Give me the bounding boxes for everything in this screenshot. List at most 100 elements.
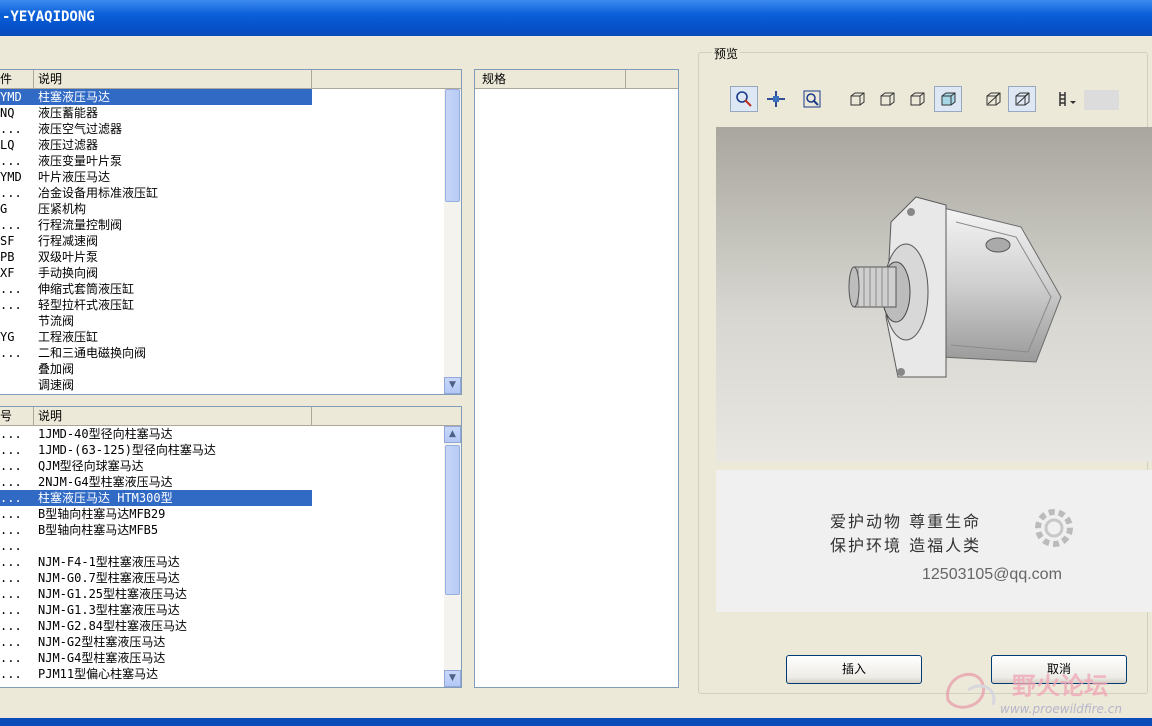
column-header-code[interactable]: 件 (0, 70, 34, 88)
list-item[interactable]: ... NJM-G4型柱塞液压马达 (0, 650, 444, 666)
list-item[interactable]: ... 二和三通电磁换向阀 (0, 345, 444, 361)
column-header-spec[interactable]: 规格 (475, 70, 626, 88)
list-item[interactable]: ... 冶金设备用标准液压缸 (0, 185, 444, 201)
list-item[interactable]: NQ 液压蓄能器 (0, 105, 444, 121)
layer-dropdown-button[interactable] (1052, 86, 1082, 112)
layer-icon (1059, 92, 1076, 106)
list-item-description: NJM-G2型柱塞液压马达 (38, 635, 166, 649)
list-item-description: 行程流量控制阀 (38, 218, 123, 232)
list-item[interactable]: ... NJM-G0.7型柱塞液压马达 (0, 570, 444, 586)
insert-button[interactable]: 插入 (786, 655, 922, 684)
list-item[interactable]: XF 手动换向阀 (0, 265, 444, 281)
list-item[interactable]: ... 行程流量控制阀 (0, 217, 444, 233)
scroll-up-button[interactable]: ▲ (444, 426, 461, 443)
zoom-tool-button[interactable] (798, 86, 826, 112)
list-item[interactable]: SF 行程减速阀 (0, 233, 444, 249)
list-item[interactable]: PB 双级叶片泵 (0, 249, 444, 265)
list-item[interactable]: ... 伸缩式套筒液压缸 (0, 281, 444, 297)
column-header-description[interactable]: 说明 (34, 70, 312, 88)
list-item[interactable]: ... QJM型径向球塞马达 (0, 458, 444, 474)
item-list-scrollbar[interactable]: ▲ ▼ (444, 426, 461, 687)
list-item[interactable]: ... 1JMD-40型径向柱塞马达 (0, 426, 444, 442)
list-item[interactable]: ... B型轴向柱塞马达MFB29 (0, 506, 444, 522)
list-item[interactable]: ... PJM11型偏心柱塞马达 (0, 666, 444, 682)
list-item[interactable]: YMD 叶片液压马达 (0, 169, 444, 185)
list-item-code: ... (0, 587, 22, 601)
shaded-view-button[interactable] (934, 86, 962, 112)
list-item-code: ... (0, 346, 22, 360)
list-item-code: ... (0, 523, 22, 537)
list-item[interactable]: ... NJM-G2型柱塞液压马达 (0, 634, 444, 650)
list-item[interactable]: ... NJM-G1.3型柱塞液压马达 (0, 602, 444, 618)
bottom-edge (0, 718, 1152, 726)
list-item[interactable]: ... 2NJM-G4型柱塞液压马达 (0, 474, 444, 490)
wireframe-view-button[interactable] (843, 86, 871, 112)
list-item-description: 叠加阀 (38, 362, 75, 376)
item-rows: ... 1JMD-40型径向柱塞马达... 1JMD-(63-125)型径向柱塞马达… (0, 426, 444, 682)
hidden-line-view-button[interactable] (873, 86, 901, 112)
watermark-site-name: 野火论坛 (1012, 672, 1108, 700)
list-item-code: NQ (0, 106, 15, 120)
list-item[interactable]: YMD 柱塞液压马达 (0, 89, 444, 105)
list-item-code: XF (0, 266, 15, 280)
category-list[interactable]: 件 说明 YMD 柱塞液压马达 NQ 液压蓄能器... 液压空气过滤器 LQ 液压过滤器..… (0, 69, 462, 395)
list-item-description: 压紧机构 (38, 202, 87, 216)
list-item-description: 二和三通电磁换向阀 (38, 346, 147, 360)
shaded-cube-icon (941, 92, 956, 106)
no-hidden-view-button[interactable] (903, 86, 931, 112)
list-item-code: ... (0, 443, 22, 457)
list-item[interactable]: G 压紧机构 (0, 201, 444, 217)
list-item-code: SF (0, 234, 15, 248)
list-item-code: ... (0, 154, 22, 168)
list-item-description: 1JMD-(63-125)型径向柱塞马达 (38, 443, 216, 457)
hydraulic-motor-model-image (848, 196, 1062, 378)
list-item-code: ... (0, 491, 22, 505)
list-item-description: NJM-G0.7型柱塞液压马达 (38, 571, 180, 585)
scroll-thumb[interactable] (445, 89, 460, 202)
list-item[interactable]: ... 液压空气过滤器 (0, 121, 444, 137)
list-item-code: ... (0, 651, 22, 665)
spec-list[interactable]: 规格 (474, 69, 679, 688)
scroll-down-button[interactable]: ▼ (444, 670, 461, 687)
list-item[interactable]: LQ 液压过滤器 (0, 137, 444, 153)
orient-icon (986, 92, 1001, 106)
list-item[interactable]: ... 轻型拉杆式液压缸 (0, 297, 444, 313)
list-item-code: ... (0, 635, 22, 649)
category-list-scrollbar[interactable]: ▼ (444, 89, 461, 394)
list-item[interactable]: ... 1JMD-(63-125)型径向柱塞马达 (0, 442, 444, 458)
orient-view-button[interactable] (979, 86, 1007, 112)
watermark-url: www.proewildfire.cn (1000, 702, 1122, 716)
list-item-description: PJM11型偏心柱塞马达 (38, 667, 159, 681)
list-item[interactable]: ... (0, 538, 444, 554)
scroll-thumb[interactable] (445, 445, 460, 595)
scroll-down-button[interactable]: ▼ (444, 377, 461, 394)
list-item[interactable]: 节流阀 (0, 313, 444, 329)
list-item[interactable]: ... NJM-G1.25型柱塞液压马达 (0, 586, 444, 602)
motto-line-2: 保护环境 造福人类 (830, 536, 982, 555)
list-item-code: ... (0, 298, 22, 312)
category-rows: YMD 柱塞液压马达 NQ 液压蓄能器... 液压空气过滤器 LQ 液压过滤器... 液压变量… (0, 89, 444, 393)
list-item[interactable]: ... NJM-F4-1型柱塞液压马达 (0, 554, 444, 570)
saved-view-button[interactable] (1008, 86, 1036, 112)
gear-icon (1035, 509, 1073, 547)
zoom-icon (803, 90, 821, 108)
column-header-description[interactable]: 说明 (34, 407, 312, 425)
pan-tool-button[interactable] (762, 86, 790, 112)
list-item[interactable]: 叠加阀 (0, 361, 444, 377)
list-item-code: ... (0, 459, 22, 473)
list-item[interactable]: ... 柱塞液压马达 HTM300型 (0, 490, 444, 506)
list-item[interactable]: ... 液压变量叶片泵 (0, 153, 444, 169)
model-viewport[interactable] (716, 127, 1152, 462)
spin-tool-button[interactable] (730, 86, 758, 112)
item-list[interactable]: 号 说明 ... 1JMD-40型径向柱塞马达... 1JMD-(63-125)型径… (0, 406, 462, 688)
list-item-code: ... (0, 475, 22, 489)
list-item-description: 调速阀 (38, 378, 75, 392)
list-item-description: 双级叶片泵 (38, 250, 99, 264)
list-item[interactable]: YG 工程液压缸 (0, 329, 444, 345)
column-header-number[interactable]: 号 (0, 407, 34, 425)
list-item[interactable]: ... NJM-G2.84型柱塞液压马达 (0, 618, 444, 634)
color-swatch[interactable] (1084, 90, 1119, 110)
list-item-description: NJM-G2.84型柱塞液压马达 (38, 619, 188, 633)
list-item[interactable]: ... B型轴向柱塞马达MFB5 (0, 522, 444, 538)
list-item[interactable]: 调速阀 (0, 377, 444, 393)
